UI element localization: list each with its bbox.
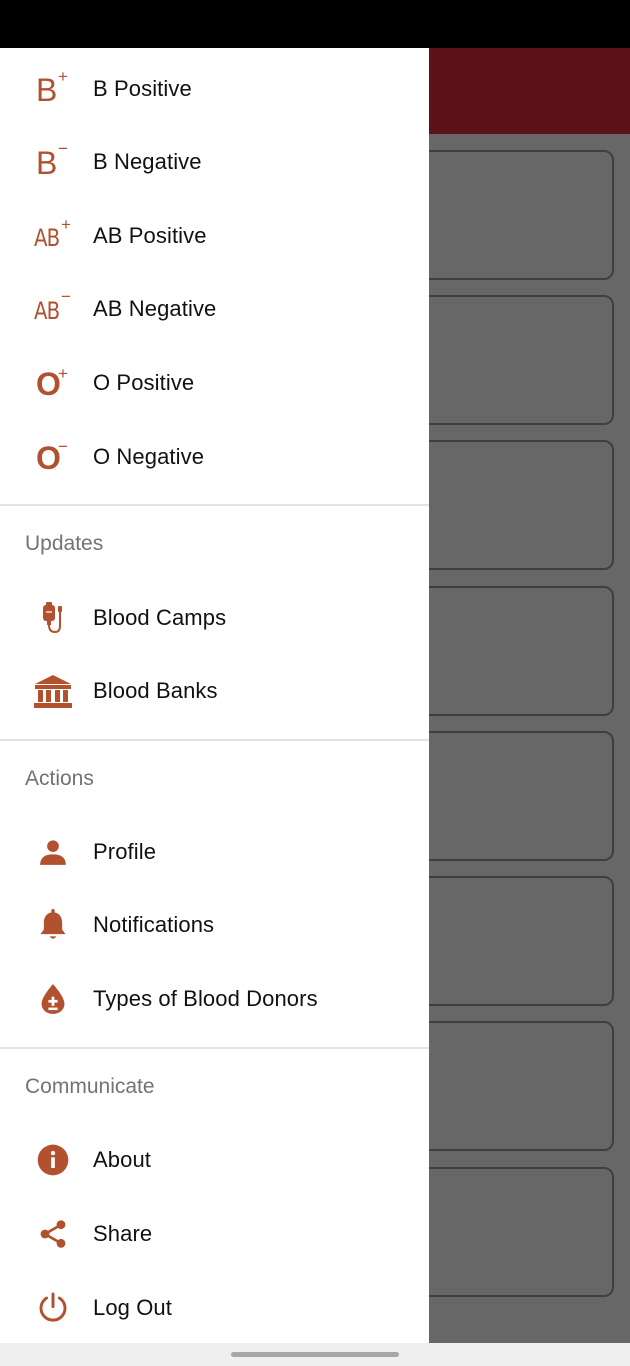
drawer-item-label: AB Positive	[93, 223, 207, 248]
drawer-item-label: Profile	[93, 839, 157, 864]
drawer-item-profile[interactable]: Profile	[0, 815, 429, 889]
navigation-drawer: B + B Positive B − B Negative AB + AB Po…	[0, 48, 429, 1343]
drawer-item-types-of-blood-donors[interactable]: Types of Blood Donors	[0, 962, 429, 1036]
section-header-updates: Updates	[25, 532, 104, 555]
b-positive-icon: B +	[36, 67, 68, 108]
section-header-actions: Actions	[25, 767, 94, 790]
drawer-item-label: Share	[93, 1221, 153, 1246]
bell-icon	[30, 904, 76, 946]
ab-negative-icon: AB −	[34, 287, 71, 325]
drawer-item-ab-positive[interactable]: AB + AB Positive	[0, 199, 429, 273]
drawer-item-b-positive[interactable]: B + B Positive	[0, 52, 429, 126]
divider	[0, 739, 429, 741]
divider	[0, 504, 429, 506]
drawer-item-label: AB Negative	[93, 296, 217, 321]
drawer-item-b-negative[interactable]: B − B Negative	[0, 125, 429, 199]
status-bar	[0, 0, 630, 48]
drawer-item-label: Types of Blood Donors	[93, 986, 318, 1011]
gesture-handle[interactable]	[231, 1352, 399, 1357]
drawer-item-log-out[interactable]: Log Out	[0, 1271, 429, 1343]
drawer-item-label: About	[93, 1147, 151, 1172]
drawer-item-blood-banks[interactable]: Blood Banks	[0, 654, 429, 728]
drawer-item-label: O Positive	[93, 370, 195, 395]
drawer-item-share[interactable]: Share	[0, 1197, 429, 1271]
section-header-communicate: Communicate	[25, 1075, 155, 1098]
drawer-item-o-negative[interactable]: O − O Negative	[0, 420, 429, 494]
blood-drop-icon	[30, 978, 76, 1020]
drawer-item-label: O Negative	[93, 444, 205, 469]
drawer-item-o-positive[interactable]: O + O Positive	[0, 346, 429, 420]
blood-bag-icon	[30, 597, 76, 639]
bank-building-icon	[30, 670, 76, 712]
o-negative-icon: O −	[36, 437, 68, 476]
drawer-item-label: Blood Banks	[93, 678, 218, 703]
info-icon	[30, 1139, 76, 1181]
drawer-item-blood-camps[interactable]: Blood Camps	[0, 581, 429, 655]
drawer-item-label: B Negative	[93, 149, 202, 174]
drawer-item-notifications[interactable]: Notifications	[0, 888, 429, 962]
drawer-item-label: Blood Camps	[93, 605, 227, 630]
drawer-item-ab-negative[interactable]: AB − AB Negative	[0, 272, 429, 346]
o-positive-icon: O +	[36, 364, 68, 402]
drawer-item-label: Log Out	[93, 1295, 172, 1320]
power-icon	[30, 1287, 76, 1329]
share-icon	[30, 1213, 76, 1255]
ab-positive-icon: AB +	[34, 215, 71, 252]
person-icon	[30, 831, 76, 873]
drawer-item-about[interactable]: About	[0, 1123, 429, 1197]
drawer-item-label: Notifications	[93, 912, 215, 937]
drawer-item-label: B Positive	[93, 76, 192, 101]
divider	[0, 1047, 429, 1049]
b-negative-icon: B −	[36, 139, 68, 181]
